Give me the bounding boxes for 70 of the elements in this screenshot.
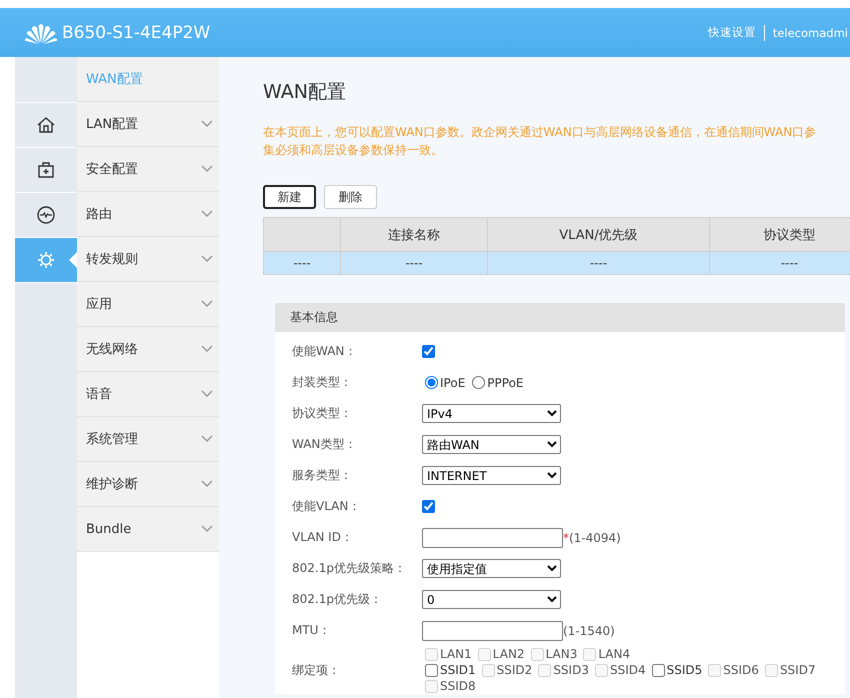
checkbox-label: LAN3 (546, 646, 578, 662)
column-header: 协议类型 (710, 218, 850, 252)
chevron-down-icon (201, 480, 213, 488)
checkbox[interactable] (652, 664, 665, 676)
checkbox-label: SSID2 (496, 662, 532, 678)
dropdown[interactable]: IPv4 (422, 404, 561, 423)
required-mark: * (563, 530, 569, 544)
chevron-down-icon (201, 390, 213, 398)
dropdown[interactable]: 0 (422, 590, 561, 609)
description-text: 集必须和高层设备参数保持一致。 (263, 142, 444, 159)
field-label: 使能WAN： (292, 343, 358, 360)
text-field[interactable] (422, 620, 563, 640)
chevron-down-icon (201, 255, 213, 263)
range-hint: (1-4094) (569, 530, 621, 544)
checkbox[interactable] (425, 664, 438, 676)
checkbox-label: SSID7 (780, 662, 816, 678)
toolbox-icon (36, 160, 56, 180)
field-label: MTU： (292, 622, 332, 639)
radio-button[interactable] (472, 376, 486, 389)
column-header: 连接名称 (340, 218, 488, 252)
checkbox-label: SSID8 (440, 678, 476, 694)
dropdown[interactable]: 使用指定值 (422, 559, 561, 578)
chevron-down-icon (201, 120, 213, 128)
field-label: 协议类型： (292, 405, 353, 422)
text-field[interactable] (422, 528, 563, 548)
action-button[interactable]: 删除 (324, 185, 377, 209)
field-label: 使能VLAN： (292, 498, 362, 515)
chevron-down-icon (201, 300, 213, 308)
field-label: VLAN ID： (292, 529, 354, 546)
field-label: 封装类型： (292, 374, 353, 391)
checkbox-label: SSID1 (440, 662, 476, 678)
dropdown[interactable]: 路由WAN (422, 435, 561, 454)
checkbox-label: SSID5 (666, 662, 702, 678)
field-label: 服务类型： (292, 467, 353, 484)
radio-label: PPPoE (487, 376, 524, 390)
checkbox-label: SSID4 (610, 662, 646, 678)
radio-label: IPoE (440, 376, 466, 390)
checkbox-label: LAN2 (492, 646, 525, 662)
dropdown[interactable]: INTERNET (422, 466, 561, 485)
settings-icon (36, 250, 56, 270)
checkbox[interactable] (422, 345, 435, 358)
device-name: B650-S1-4E4P2W (62, 22, 210, 42)
table-cell: ---- (710, 252, 850, 274)
field-label: 802.1p优先级策略： (292, 560, 407, 577)
chevron-down-icon (201, 210, 213, 218)
table-cell: ---- (264, 252, 340, 274)
page-title: WAN配置 (263, 80, 347, 105)
checkbox-label: LAN1 (440, 646, 472, 662)
column-header: VLAN/优先级 (488, 218, 710, 252)
section-title: 基本信息 (275, 303, 845, 332)
radio-button[interactable] (425, 376, 438, 389)
checkbox-label: LAN4 (598, 646, 630, 662)
field-label: 绑定项： (292, 662, 341, 678)
chevron-down-icon (201, 525, 213, 533)
checkbox-label: SSID6 (723, 662, 759, 678)
field-label: WAN类型： (292, 436, 358, 453)
chevron-down-icon (201, 345, 213, 353)
range-hint: (1-1540) (563, 624, 615, 638)
chevron-down-icon (201, 165, 213, 173)
table-cell: ---- (488, 252, 710, 274)
field-label: 802.1p优先级： (292, 591, 383, 608)
action-button[interactable]: 新建 (263, 185, 316, 209)
table-row[interactable]: ---- ---- ---- ---- (264, 252, 850, 274)
checkbox-label: SSID3 (553, 662, 589, 678)
pulse-icon (36, 205, 56, 225)
chevron-down-icon (201, 435, 213, 443)
home-icon (36, 115, 56, 135)
checkbox[interactable] (422, 500, 435, 513)
description-text: 在本页面上，您可以配置WAN口参数。政企网关通过WAN口与高层网络设备通信，在通信期间WAN口参 (263, 124, 818, 141)
table-cell: ---- (340, 252, 488, 274)
